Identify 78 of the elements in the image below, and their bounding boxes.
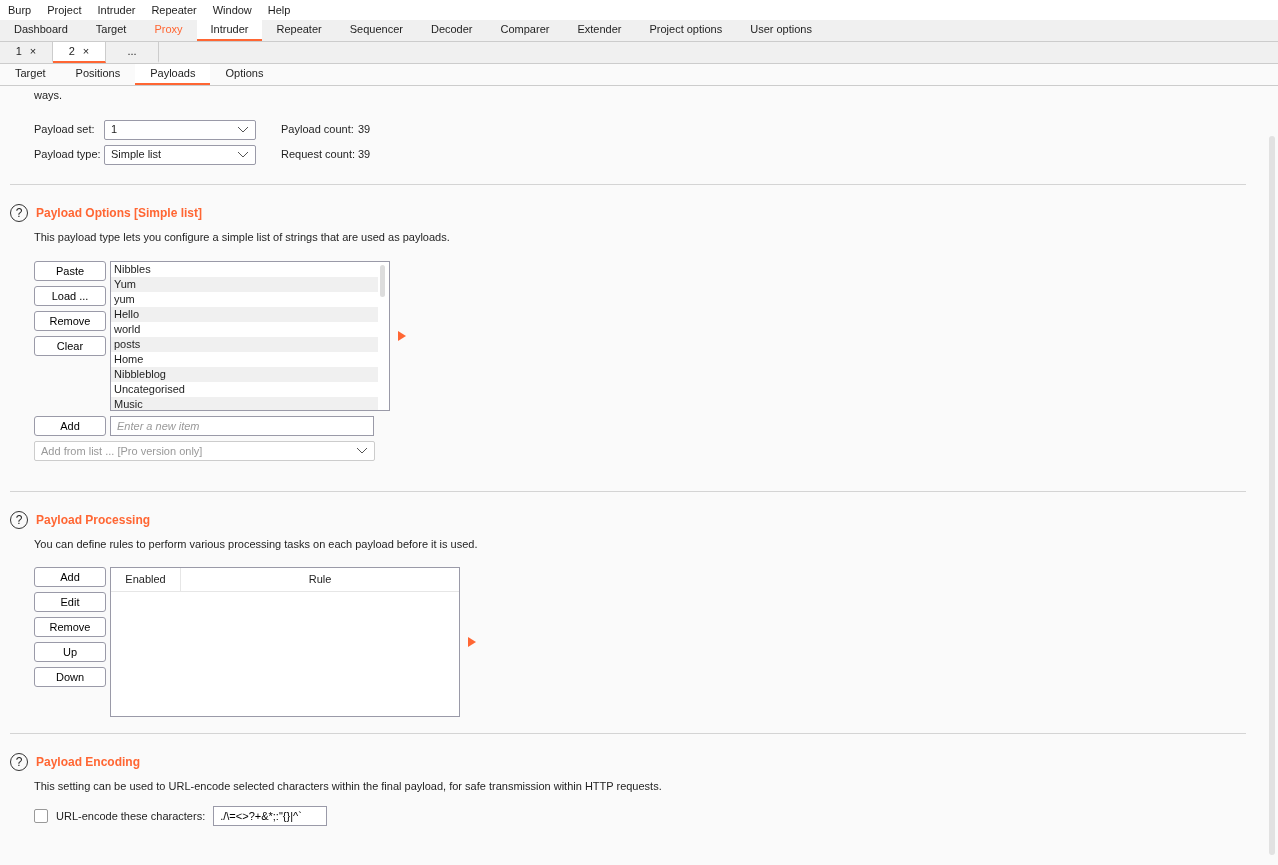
list-item[interactable]: Nibbles [111,262,378,277]
tab[interactable]: Extender [563,20,636,41]
field-label: Payload count: [281,122,355,138]
caret-icon [356,447,368,455]
caret-icon [237,150,249,159]
dropdown[interactable]: 1 [104,119,256,140]
column-header[interactable]: Enabled [111,567,181,591]
dropdown-value: Simple list [111,147,162,163]
close-icon[interactable]: × [82,43,90,60]
tab-label: 2 [68,44,75,60]
tab[interactable]: Decoder [416,20,487,41]
section-title: Payload Processing [36,512,151,529]
tab[interactable]: Comparer [486,20,564,41]
menu-item[interactable]: Repeater [151,1,197,19]
tab[interactable]: Intruder [196,20,263,41]
button[interactable]: Add [34,566,106,587]
list-item[interactable]: Yum [111,277,378,292]
close-icon[interactable]: × [29,43,37,60]
button[interactable]: Remove [34,616,106,637]
characters-field[interactable]: ./\=<>?+&*;:"{}|^` [213,806,328,826]
button[interactable]: Down [34,666,106,687]
scrollbar-thumb[interactable] [380,265,385,297]
tab[interactable]: Options [210,64,279,85]
tab[interactable]: Dashboard [0,20,82,41]
tab[interactable]: ... [106,42,159,63]
tab[interactable]: Project options [635,20,737,41]
dropdown[interactable]: Simple list [104,144,256,165]
section-title: Payload Options [Simple list] [36,204,203,222]
dropdown-value: Add from list ... [Pro version only] [41,443,203,459]
tab[interactable]: Repeater [262,20,336,41]
expand-arrow-icon[interactable] [468,636,476,647]
menu-item[interactable]: Project [47,1,82,19]
section-description: You can define rules to perform various processing tasks on each payload before it is used. [33,537,479,552]
tab-label: 1 [15,44,22,60]
tab[interactable]: 2 × [53,42,106,63]
button[interactable]: Up [34,641,106,662]
section-description: This payload type lets you configure a simple list of strings that are used as payloads. [33,229,451,245]
list-item[interactable]: posts [111,337,378,352]
list-item[interactable]: Music [111,397,378,410]
tab[interactable]: User options [736,20,826,41]
tab[interactable]: Payloads [135,64,211,85]
field-label: Payload set: [34,122,96,138]
section-title: Payload Encoding [36,753,140,771]
tab[interactable]: Target [0,64,61,85]
field-label: Payload type: [34,147,102,163]
list-item[interactable]: Uncategorised [111,382,378,397]
scrollbar-thumb[interactable] [1269,136,1275,855]
add-button[interactable]: Add [34,416,106,436]
new-item-field[interactable]: Enter a new item [110,416,374,436]
section-description: This setting can be used to URL-encode selected characters within the final payload, for safe transmission within HTTP requests. [33,778,663,794]
list-item[interactable]: Nibbleblog [111,367,378,382]
menu-item[interactable]: Intruder [97,1,136,19]
list-item[interactable]: Hello [111,307,378,322]
tab[interactable]: Target [81,20,141,41]
button[interactable]: Edit [34,591,106,612]
menu-item[interactable]: Help [267,1,291,19]
menu-item[interactable]: Window [212,1,252,19]
field-label: Request count: [281,147,356,163]
tab[interactable]: Sequencer [335,20,417,41]
count-value: 39 [358,122,371,138]
list-item[interactable]: yum [111,292,378,307]
dropdown-value: 1 [111,122,118,138]
button[interactable]: Clear [34,336,106,356]
column-header[interactable]: Rule [181,567,459,591]
list-item[interactable]: world [111,322,378,337]
button[interactable]: Remove [34,311,106,331]
menu-item[interactable]: Burp [8,1,32,19]
list-item[interactable]: Home [111,352,378,367]
checkbox-label: URL-encode these characters: [56,808,206,824]
payload-list[interactable]: Nibbles Yum yum Hello world posts Home Nibbleblog Uncategorised Music [110,261,390,411]
checkbox[interactable] [34,809,48,823]
button[interactable]: Load ... [34,286,106,306]
text: ways. [33,88,64,103]
button[interactable]: Paste [34,261,106,281]
caret-icon [237,125,249,134]
tab[interactable]: Positions [60,64,136,85]
count-value: 39 [358,147,371,163]
expand-arrow-icon[interactable] [398,331,406,341]
